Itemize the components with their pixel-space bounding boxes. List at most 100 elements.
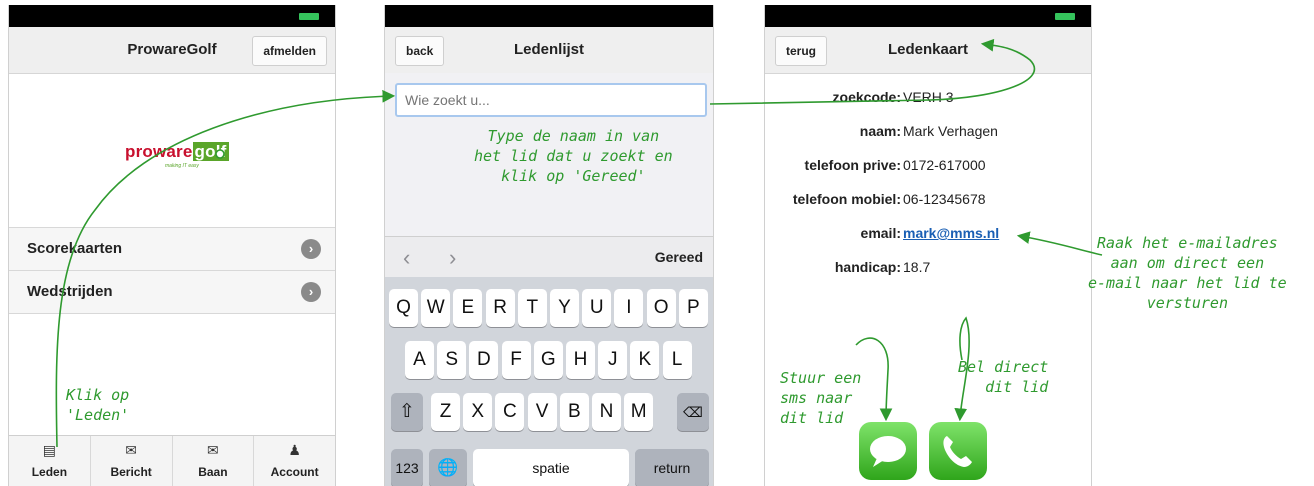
globe-icon[interactable]: 🌐 <box>429 449 467 486</box>
keyboard: QWERTYUIOP ASDFGHJKL ZXCVBNM ⇧ ⌫ 123 🌐 s… <box>385 277 713 486</box>
key-u[interactable]: U <box>582 289 612 327</box>
envelope-icon: ✉ <box>207 442 219 458</box>
field-label: naam: <box>859 123 901 139</box>
numbers-key[interactable]: 123 <box>391 449 423 486</box>
menu-item-scorekaarten[interactable]: Scorekaarten › <box>9 227 335 270</box>
tab-account[interactable]: ♟ Account <box>253 436 335 486</box>
chevron-right-icon[interactable]: › <box>449 245 456 271</box>
chevron-right-icon: › <box>301 239 321 259</box>
done-button[interactable]: Gereed <box>655 249 703 265</box>
key-q[interactable]: Q <box>389 289 418 327</box>
key-z[interactable]: Z <box>431 393 460 431</box>
navigation-bar: back Ledenlijst <box>385 27 713 74</box>
annotation-bel: Bel direct dit lid <box>958 358 1049 396</box>
screen-title: Ledenkaart <box>887 41 969 58</box>
navigation-bar: ProwareGolf afmelden <box>9 27 335 74</box>
key-w[interactable]: W <box>421 289 451 327</box>
field-value: Mark Verhagen <box>903 123 998 139</box>
sms-button[interactable] <box>859 422 917 480</box>
field-value: 06-12345678 <box>903 191 986 207</box>
key-x[interactable]: X <box>463 393 493 431</box>
key-g[interactable]: G <box>533 341 563 379</box>
field-label: telefoon mobiel: <box>792 191 901 207</box>
battery-icon <box>299 13 319 20</box>
menu-item-label: Wedstrijden <box>27 283 113 300</box>
tab-bar: ▤ Leden ✉ Bericht ✉ Baan ♟ Account <box>9 435 335 486</box>
status-bar <box>385 5 713 27</box>
key-c[interactable]: C <box>495 393 525 431</box>
key-a[interactable]: A <box>405 341 434 379</box>
battery-icon <box>1055 13 1075 20</box>
phone-member-list-screen: back Ledenlijst ‹ › Gereed QWERTYUIOP AS… <box>384 5 714 486</box>
key-t[interactable]: T <box>517 289 547 327</box>
envelope-icon: ✉ <box>125 442 137 458</box>
return-key[interactable]: return <box>635 449 709 486</box>
message-bubble-icon <box>870 436 906 467</box>
field-label: handicap: <box>834 259 901 275</box>
shift-key[interactable]: ⇧ <box>391 393 423 431</box>
document-icon: ▤ <box>42 442 56 458</box>
key-e[interactable]: E <box>453 289 483 327</box>
menu-item-wedstrijden[interactable]: Wedstrijden › <box>9 270 335 314</box>
field-telefoon-prive: telefoon prive: 0172-617000 <box>765 157 1091 177</box>
key-s[interactable]: S <box>437 341 467 379</box>
menu-item-label: Scorekaarten <box>27 240 123 257</box>
email-link[interactable]: mark@mms.nl <box>903 225 999 241</box>
logout-button[interactable]: afmelden <box>252 36 327 66</box>
key-i[interactable]: I <box>614 289 644 327</box>
key-l[interactable]: L <box>662 341 692 379</box>
key-v[interactable]: V <box>527 393 557 431</box>
annotation-klik-leden: Klik op 'Leden' <box>66 386 130 424</box>
tab-label: Bericht <box>110 465 152 479</box>
field-label: telefoon prive: <box>804 157 901 173</box>
tab-baan[interactable]: ✉ Baan <box>171 436 254 486</box>
field-naam: naam: Mark Verhagen <box>765 123 1091 143</box>
logo-tagline: making IT easy <box>165 163 199 169</box>
key-o[interactable]: O <box>646 289 676 327</box>
navigation-bar: terug Ledenkaart <box>765 27 1091 74</box>
field-telefoon-mobiel: telefoon mobiel: 06-12345678 <box>765 191 1091 211</box>
key-j[interactable]: J <box>598 341 628 379</box>
annotation-email: Raak het e-mailadres aan om direct een e… <box>1088 234 1287 312</box>
status-bar <box>9 5 335 27</box>
proware-golf-logo: proware golf <box>125 142 229 161</box>
space-key[interactable]: spatie <box>473 449 629 486</box>
person-icon: ♟ <box>288 442 301 458</box>
field-email: email: mark@mms.nl <box>765 225 1091 245</box>
field-label: zoekcode: <box>832 89 901 105</box>
key-m[interactable]: M <box>624 393 654 431</box>
key-d[interactable]: D <box>469 341 499 379</box>
keyboard-toolbar: ‹ › Gereed <box>385 236 713 277</box>
tab-bericht[interactable]: ✉ Bericht <box>89 436 172 486</box>
field-value: VERH 3 <box>903 89 954 105</box>
field-value: 18.7 <box>903 259 931 275</box>
phone-home-screen: ProwareGolf afmelden proware golf making … <box>8 5 336 486</box>
field-value: 0172-617000 <box>903 157 986 173</box>
key-f[interactable]: F <box>501 341 531 379</box>
key-r[interactable]: R <box>485 289 515 327</box>
key-b[interactable]: B <box>559 393 589 431</box>
logo-area: proware golf making IT easy <box>18 75 326 227</box>
screen-title: Ledenlijst <box>513 41 584 58</box>
chevron-right-icon: › <box>301 282 321 302</box>
chevron-left-icon[interactable]: ‹ <box>403 245 410 271</box>
tab-label: Leden <box>31 465 68 479</box>
key-p[interactable]: P <box>678 289 708 327</box>
search-input[interactable] <box>395 83 707 117</box>
phone-icon <box>943 436 972 467</box>
field-label: email: <box>860 225 901 241</box>
field-handicap: handicap: 18.7 <box>765 259 1091 279</box>
tab-label: Baan <box>198 465 228 479</box>
annotation-sms: Stuur een sms naar dit lid <box>780 369 862 427</box>
key-y[interactable]: Y <box>550 289 579 327</box>
status-bar <box>765 5 1091 27</box>
tab-leden[interactable]: ▤ Leden <box>9 436 90 486</box>
delete-key[interactable]: ⌫ <box>677 393 709 431</box>
annotation-type-naam: Type de naam in van het lid dat u zoekt … <box>474 127 673 185</box>
tab-label: Account <box>270 465 319 479</box>
key-h[interactable]: H <box>566 341 595 379</box>
key-k[interactable]: K <box>630 341 660 379</box>
field-zoekcode: zoekcode: VERH 3 <box>765 89 1091 109</box>
call-button[interactable] <box>929 422 987 480</box>
key-n[interactable]: N <box>592 393 621 431</box>
